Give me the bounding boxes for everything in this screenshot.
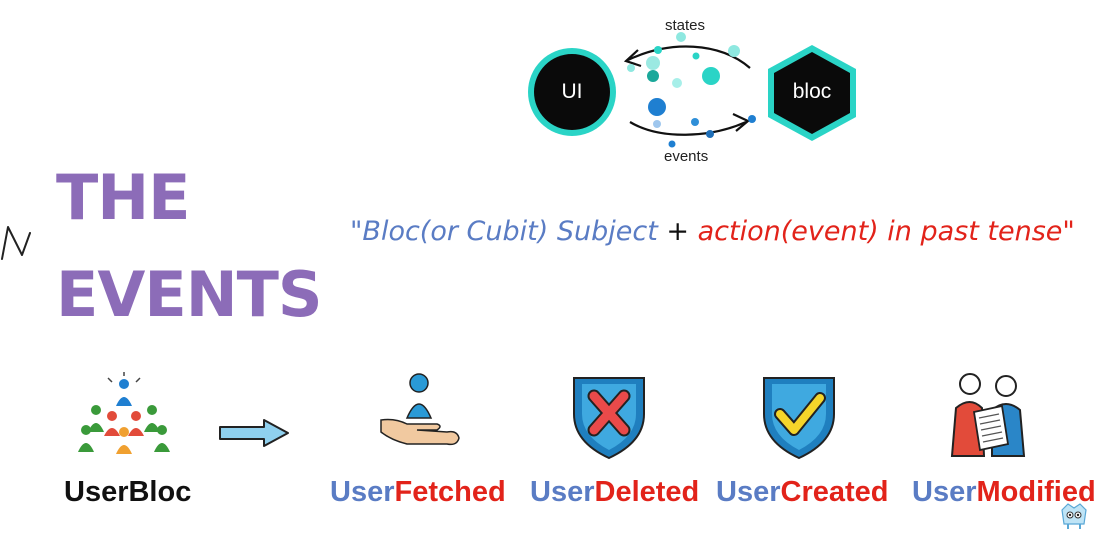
events-arrow [629,120,747,136]
person-in-hand-icon [380,373,460,446]
events-arrowhead [732,113,751,132]
userbloc-label: UserBloc [64,476,192,508]
formula-subject: Bloc(or Cubit) Subject [362,216,658,247]
formula-action: action(event) in past tense [697,216,1063,247]
shield-check-icon [763,377,835,460]
close-quote: " [1062,216,1075,247]
formula-plus: + [666,216,690,247]
open-quote: " [350,216,363,247]
bloc-label: bloc [792,80,832,103]
heading-the: THE [56,161,191,234]
bloc-diagram: UI bloc states events [520,10,865,170]
handwritten-mark [1,226,31,260]
event-label-created: UserCreated [716,476,889,508]
states-label: states [665,17,706,34]
right-arrow-icon [219,419,289,447]
mascot-icon [1061,503,1087,529]
heading-events: EVENTS [56,258,323,331]
shield-x-icon [573,377,645,460]
events-label: events [664,148,709,165]
people-with-document-icon [950,373,1026,457]
event-label-fetched: UserFetched [330,476,506,508]
group-of-people-icon [78,372,170,454]
event-label-deleted: UserDeleted [530,476,700,508]
ui-label: UI [561,80,583,103]
naming-formula: "Bloc(or Cubit) Subject + action(event) … [350,216,1075,247]
